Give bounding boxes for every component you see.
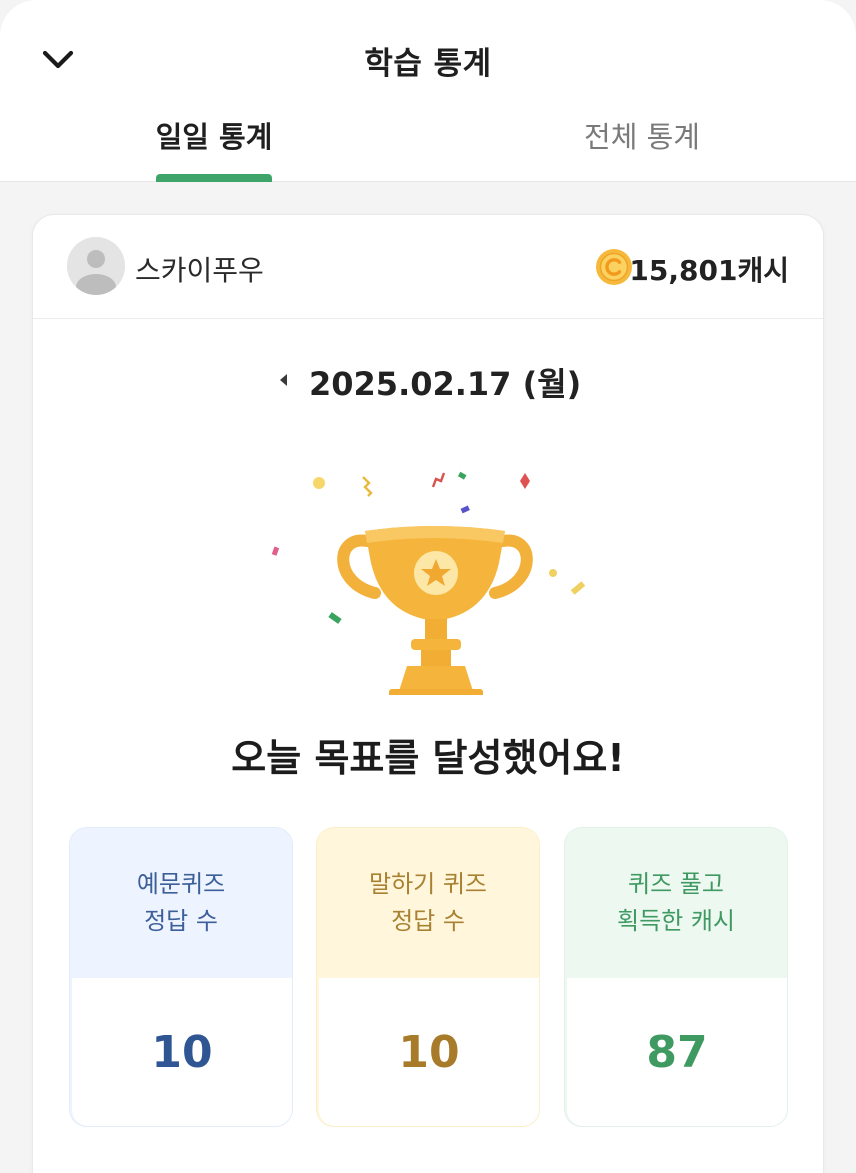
selected-date: 2025.02.17 (월) [309,365,582,403]
stat-card-label: 말하기 퀴즈 정답 수 [317,828,539,978]
trophy-illustration [271,471,586,695]
goal-achieved-message: 오늘 목표를 달성했어요! [231,736,625,780]
stat-card-example-quiz: 예문퀴즈 정답 수 10 [69,827,293,1127]
stat-label-line2: 정답 수 [391,907,465,935]
previous-date-button[interactable] [273,369,293,391]
stat-label-line1: 퀴즈 풀고 [628,870,724,898]
avatar [67,237,125,295]
header: 학습 통계 일일 통계 전체 통계 [0,0,856,182]
stat-card-speaking-quiz: 말하기 퀴즈 정답 수 10 [316,827,540,1127]
cash-balance: 15,801캐시 [629,254,789,287]
username: 스카이푸우 [135,254,264,287]
stat-value: 10 [72,978,292,1126]
page-title: 학습 통계 [364,46,492,82]
tab-total-stats[interactable]: 전체 통계 [532,114,752,156]
stat-label-line2: 획득한 캐시 [616,907,736,935]
daily-stats-card: 스카이푸우 15,801캐시 2025.02.17 (월) 오늘 목표를 달성했… [32,214,824,1173]
stat-card-label: 퀴즈 풀고 획득한 캐시 [565,828,787,978]
date-selector: 2025.02.17 (월) [33,355,823,405]
stat-label-line1: 예문퀴즈 [136,870,226,898]
stat-label-line2: 정답 수 [144,907,218,935]
stat-value: 10 [319,978,539,1126]
stat-card-label: 예문퀴즈 정답 수 [70,828,292,978]
tab-daily-stats[interactable]: 일일 통계 [104,114,324,156]
statistics-sheet: 학습 통계 일일 통계 전체 통계 스카이푸우 15,801캐시 2025.02… [0,0,856,1173]
stat-card-earned-cash: 퀴즈 풀고 획득한 캐시 87 [564,827,788,1127]
stat-label-line1: 말하기 퀴즈 [368,870,488,898]
caret-left-icon [280,374,287,386]
default-user-icon [67,237,125,295]
stat-value: 87 [567,978,787,1126]
coin-icon [596,249,632,285]
profile-row: 스카이푸우 15,801캐시 [33,215,823,319]
active-tab-indicator [156,174,272,182]
